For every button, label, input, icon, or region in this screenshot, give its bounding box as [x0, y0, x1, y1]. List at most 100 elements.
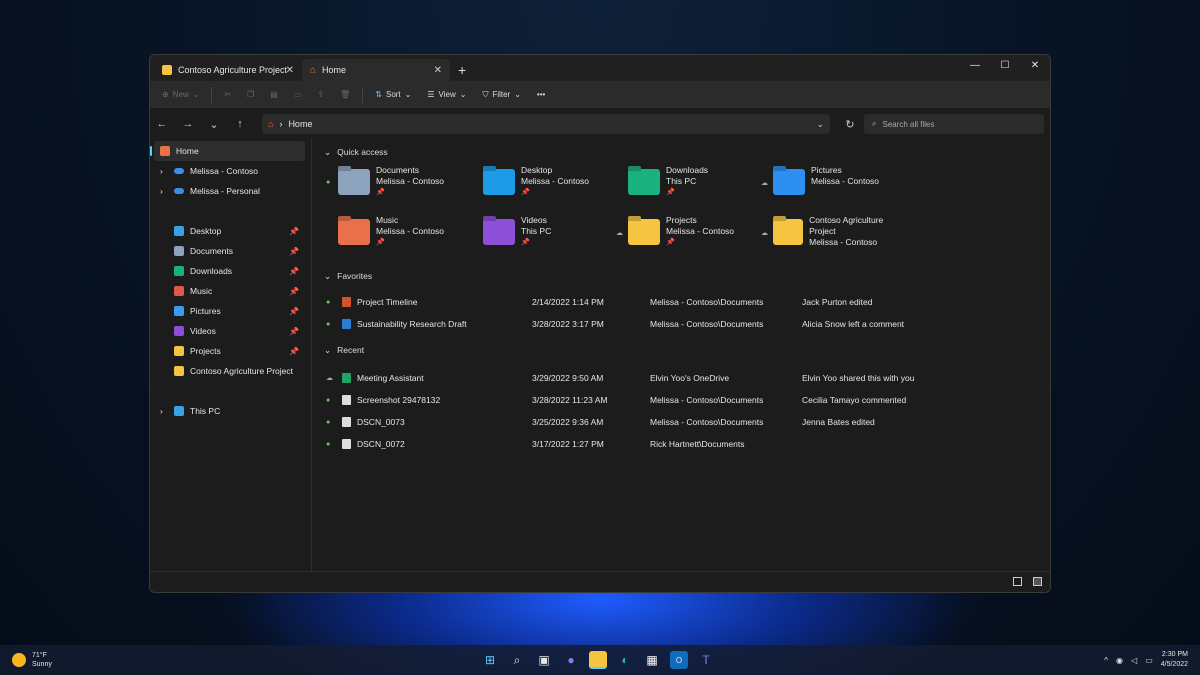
paste-button[interactable]: ▤ — [264, 90, 284, 99]
volume-icon[interactable]: ◁ — [1131, 656, 1137, 665]
clock[interactable]: 2:30 PM 4/5/2022 — [1161, 650, 1188, 670]
teams-icon[interactable]: T — [697, 651, 715, 669]
minimize-button[interactable]: — — [960, 55, 990, 77]
up-button[interactable]: ↑ — [234, 118, 246, 130]
pin-icon: 📌 — [289, 246, 299, 256]
close-tab-icon[interactable]: ✕ — [286, 65, 294, 76]
sidebar-item[interactable]: Documents 📌 — [150, 241, 311, 261]
weather-widget[interactable]: 71°F Sunny — [12, 651, 52, 669]
delete-button[interactable]: 🗑 — [334, 90, 356, 99]
sort-button[interactable]: ⇅ Sort ⌄ — [369, 90, 417, 99]
details-view-button[interactable] — [1013, 577, 1022, 586]
item-location: This PC — [521, 226, 552, 236]
quick-access-item[interactable]: ☁ Projects Melissa - Contoso 📌 — [616, 215, 761, 265]
share-button[interactable]: ⇪ — [311, 90, 330, 99]
recent-header[interactable]: ⌄ Recent — [324, 341, 1040, 359]
chevron-right-icon[interactable]: › — [160, 186, 168, 196]
maximize-button[interactable]: ☐ — [990, 55, 1020, 77]
quick-access-item[interactable]: Music Melissa - Contoso 📌 — [326, 215, 471, 265]
chevron-right-icon[interactable]: › — [160, 166, 168, 176]
close-window-button[interactable]: ✕ — [1020, 55, 1050, 77]
cut-button[interactable]: ✂ — [218, 90, 237, 99]
search-input[interactable]: ⌕ Search all files — [864, 114, 1044, 134]
new-tab-button[interactable]: + — [458, 62, 466, 78]
tab-home[interactable]: ⌂ Home ✕ — [302, 59, 450, 81]
chat-icon[interactable]: ● — [562, 651, 580, 669]
sidebar-item[interactable]: Downloads 📌 — [150, 261, 311, 281]
copy-icon: ❐ — [247, 90, 255, 99]
outlook-icon[interactable]: O — [670, 651, 688, 669]
sidebar-item[interactable]: Videos 📌 — [150, 321, 311, 341]
chevron-down-icon: ⌄ — [324, 270, 332, 281]
filter-button[interactable]: ⛉ Filter ⌄ — [476, 90, 526, 100]
chevron-right-icon[interactable]: › — [160, 406, 168, 416]
item-name: Desktop — [521, 165, 553, 175]
quick-access-item[interactable]: Downloads This PC 📌 — [616, 165, 761, 215]
task-view-icon[interactable]: ▣ — [535, 651, 553, 669]
sidebar-item[interactable]: › Melissa - Contoso — [150, 161, 311, 181]
pin-icon: 📌 — [289, 346, 299, 356]
quick-access-item[interactable]: Desktop Melissa - Contoso 📌 — [471, 165, 616, 215]
chevron-up-icon[interactable]: ^ — [1104, 656, 1108, 665]
close-tab-icon[interactable]: ✕ — [434, 65, 442, 76]
file-date: 3/29/2022 9:50 AM — [532, 373, 604, 383]
item-location: Melissa - Contoso — [811, 176, 880, 186]
refresh-button[interactable]: ↻ — [844, 118, 856, 131]
breadcrumb-home[interactable]: Home — [288, 119, 312, 129]
onedrive-icon — [174, 168, 184, 174]
pin-icon: 📌 — [521, 239, 530, 246]
file-row[interactable]: ☁ Meeting Assistant 3/29/2022 9:50 AM Elvin… — [322, 367, 1040, 389]
item-name: Downloads — [666, 165, 709, 175]
file-date: 3/28/2022 11:23 AM — [532, 395, 608, 405]
sidebar-item-label: Desktop — [190, 226, 222, 236]
address-bar[interactable]: ⌂ › Home ⌄ — [262, 114, 830, 134]
sidebar-item[interactable]: Home — [150, 141, 305, 161]
file-row[interactable]: ● Screenshot 29478132 3/28/2022 11:23 AM Me… — [322, 389, 1040, 411]
favorites-header[interactable]: ⌄ Favorites — [324, 267, 1040, 285]
file-row[interactable]: ● Sustainability Research Draft 3/28/2022 … — [322, 313, 1040, 335]
store-icon[interactable]: ▦ — [643, 651, 661, 669]
sidebar-item[interactable]: › Melissa - Personal — [150, 181, 311, 201]
forward-button[interactable]: → — [182, 118, 194, 130]
battery-icon[interactable]: ▭ — [1145, 656, 1153, 665]
tiles-view-button[interactable] — [1033, 577, 1042, 586]
section-title: Quick access — [337, 147, 388, 157]
quick-access-header[interactable]: ⌄ Quick access — [324, 143, 1040, 161]
wifi-icon[interactable]: ◉ — [1116, 656, 1123, 665]
sidebar-item-this-pc[interactable]: › This PC — [150, 401, 311, 421]
file-row[interactable]: ● DSCN_0073 3/25/2022 9:36 AM Melissa - Con… — [322, 411, 1040, 433]
copy-button[interactable]: ❐ — [241, 90, 260, 99]
quick-access-item[interactable]: ☁ Contoso Agriculture Project Melissa - Co… — [761, 215, 906, 265]
file-explorer-icon[interactable] — [589, 651, 607, 669]
file-date: 3/25/2022 9:36 AM — [532, 417, 604, 427]
tab-contoso-agriculture[interactable]: Contoso Agriculture Project ✕ — [154, 59, 302, 81]
chevron-down-icon[interactable]: ⌄ — [816, 119, 824, 130]
file-row[interactable]: ● Project Timeline 2/14/2022 1:14 PM Meliss… — [322, 291, 1040, 313]
sidebar-item-label: Melissa - Personal — [190, 186, 260, 196]
view-button[interactable]: ☰ View ⌄ — [421, 90, 472, 99]
file-row[interactable]: ● DSCN_0072 3/17/2022 1:27 PM Rick Hartnett… — [322, 433, 1040, 455]
more-options-button[interactable]: ••• — [531, 90, 551, 99]
search-icon[interactable]: ⌕ — [508, 651, 526, 669]
rename-button[interactable]: ▭ — [288, 90, 308, 99]
folder-icon — [174, 306, 184, 316]
chevron-down-icon: ⌄ — [324, 146, 332, 157]
sort-label: Sort — [385, 90, 401, 99]
recent-locations-button[interactable]: ⌄ — [208, 118, 220, 131]
pin-icon: 📌 — [289, 306, 299, 316]
sidebar-item[interactable]: Contoso Agriculture Project — [150, 361, 311, 381]
back-button[interactable]: ← — [156, 118, 168, 130]
start-icon[interactable]: ⊞ — [481, 651, 499, 669]
content-pane: ⌄ Quick access ● Documents Melissa - Contos… — [312, 139, 1050, 571]
sidebar-item[interactable]: Desktop 📌 — [150, 221, 311, 241]
new-button[interactable]: ⊕ New ⌄ — [156, 90, 205, 99]
image-file-icon — [342, 395, 351, 405]
item-location: Melissa - Contoso — [666, 226, 735, 236]
quick-access-item[interactable]: ● Documents Melissa - Contoso 📌 — [326, 165, 471, 215]
sidebar-item[interactable]: Projects 📌 — [150, 341, 311, 361]
quick-access-item[interactable]: ☁ Pictures Melissa - Contoso — [761, 165, 906, 215]
sidebar-item[interactable]: Music 📌 — [150, 281, 311, 301]
edge-icon[interactable]: ◐ — [616, 651, 634, 669]
quick-access-item[interactable]: Videos This PC 📌 — [471, 215, 616, 265]
sidebar-item[interactable]: Pictures 📌 — [150, 301, 311, 321]
